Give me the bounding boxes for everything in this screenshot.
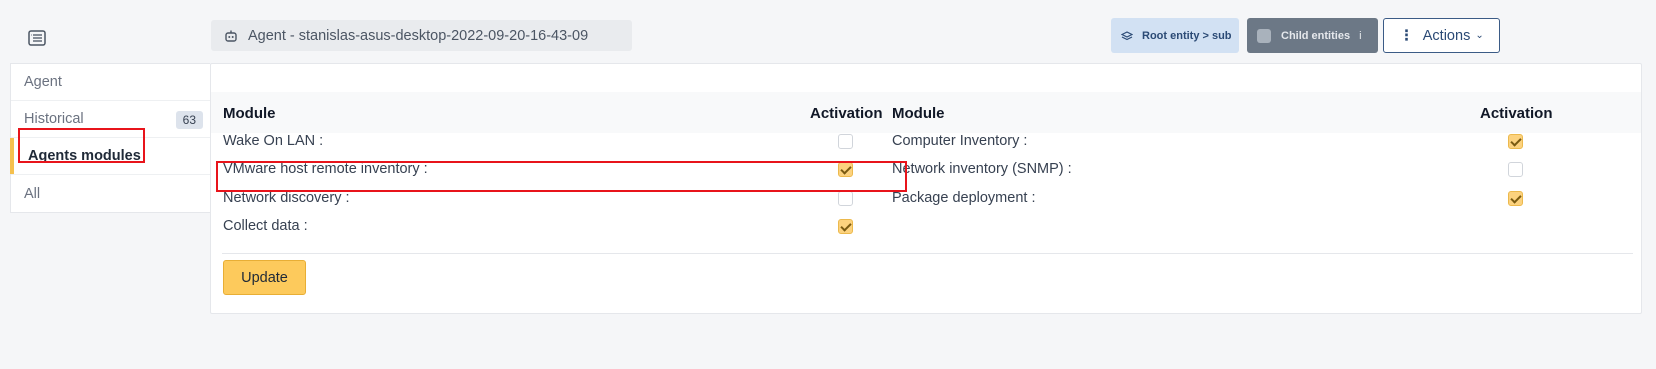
robot-icon: [225, 30, 237, 42]
package-deployment-checkbox[interactable]: [1508, 191, 1523, 206]
sidebar-item-label: Agents modules: [28, 148, 141, 164]
page-title-text: Agent - stanislas-asus-desktop-2022-09-2…: [248, 27, 589, 44]
network-inventory-snmp-checkbox[interactable]: [1508, 162, 1523, 177]
kebab-icon: ⋮: [1399, 27, 1414, 44]
divider: [222, 253, 1633, 254]
module-label: Wake On LAN :: [223, 133, 324, 149]
module-label: Package deployment :: [892, 190, 1036, 206]
vmware-inventory-checkbox[interactable]: [838, 162, 853, 177]
menu-toggle-icon[interactable]: [28, 30, 46, 46]
page-title: Agent - stanislas-asus-desktop-2022-09-2…: [211, 20, 632, 51]
collect-data-checkbox[interactable]: [838, 219, 853, 234]
module-label: Network discovery :: [223, 190, 350, 206]
child-entities-toggle[interactable]: Child entities i: [1247, 18, 1378, 53]
sidebar-item-agents-modules[interactable]: Agents modules: [10, 138, 210, 175]
sidebar-item-label: Agent: [24, 74, 62, 90]
module-label: Network inventory (SNMP) :: [892, 161, 1072, 177]
module-column-header: Module: [223, 105, 276, 122]
count-badge: 63: [175, 111, 203, 129]
agent-modules-panel: Module Activation Module Activation Wake…: [210, 63, 1642, 314]
table-header: Module Activation Module Activation: [211, 92, 1641, 133]
child-entities-label: Child entities: [1281, 29, 1351, 42]
update-button[interactable]: Update: [223, 260, 306, 295]
entity-label: Root entity > sub: [1142, 29, 1232, 42]
module-label: Computer Inventory :: [892, 133, 1028, 149]
sidebar-item-historical[interactable]: Historical 63: [11, 101, 210, 138]
child-entities-checkbox[interactable]: [1257, 28, 1271, 43]
chevron-down-icon: ⌄: [1475, 30, 1484, 41]
sidebar-item-label: All: [24, 185, 41, 202]
network-discovery-checkbox[interactable]: [838, 191, 853, 206]
activation-column-header: Activation: [810, 105, 883, 122]
module-label: VMware host remote inventory :: [223, 161, 428, 177]
module-label: Collect data :: [223, 218, 308, 234]
computer-inventory-checkbox[interactable]: [1508, 134, 1523, 149]
actions-button[interactable]: ⋮ Actions ⌄: [1383, 18, 1500, 53]
module-column-header: Module: [892, 105, 945, 122]
sidebar-item-all[interactable]: All: [11, 175, 210, 212]
sidebar-item-agent[interactable]: Agent: [11, 64, 210, 101]
actions-label: Actions: [1422, 27, 1471, 44]
layers-icon: [1121, 30, 1133, 40]
activation-column-header: Activation: [1480, 105, 1553, 122]
entity-selector-button[interactable]: Root entity > sub: [1111, 18, 1239, 53]
sidebar-item-label: Historical: [24, 111, 84, 127]
wake-on-lan-checkbox[interactable]: [838, 134, 853, 149]
sidebar: Agent Historical 63 Agents modules All: [10, 63, 210, 213]
info-icon[interactable]: i: [1359, 30, 1361, 42]
